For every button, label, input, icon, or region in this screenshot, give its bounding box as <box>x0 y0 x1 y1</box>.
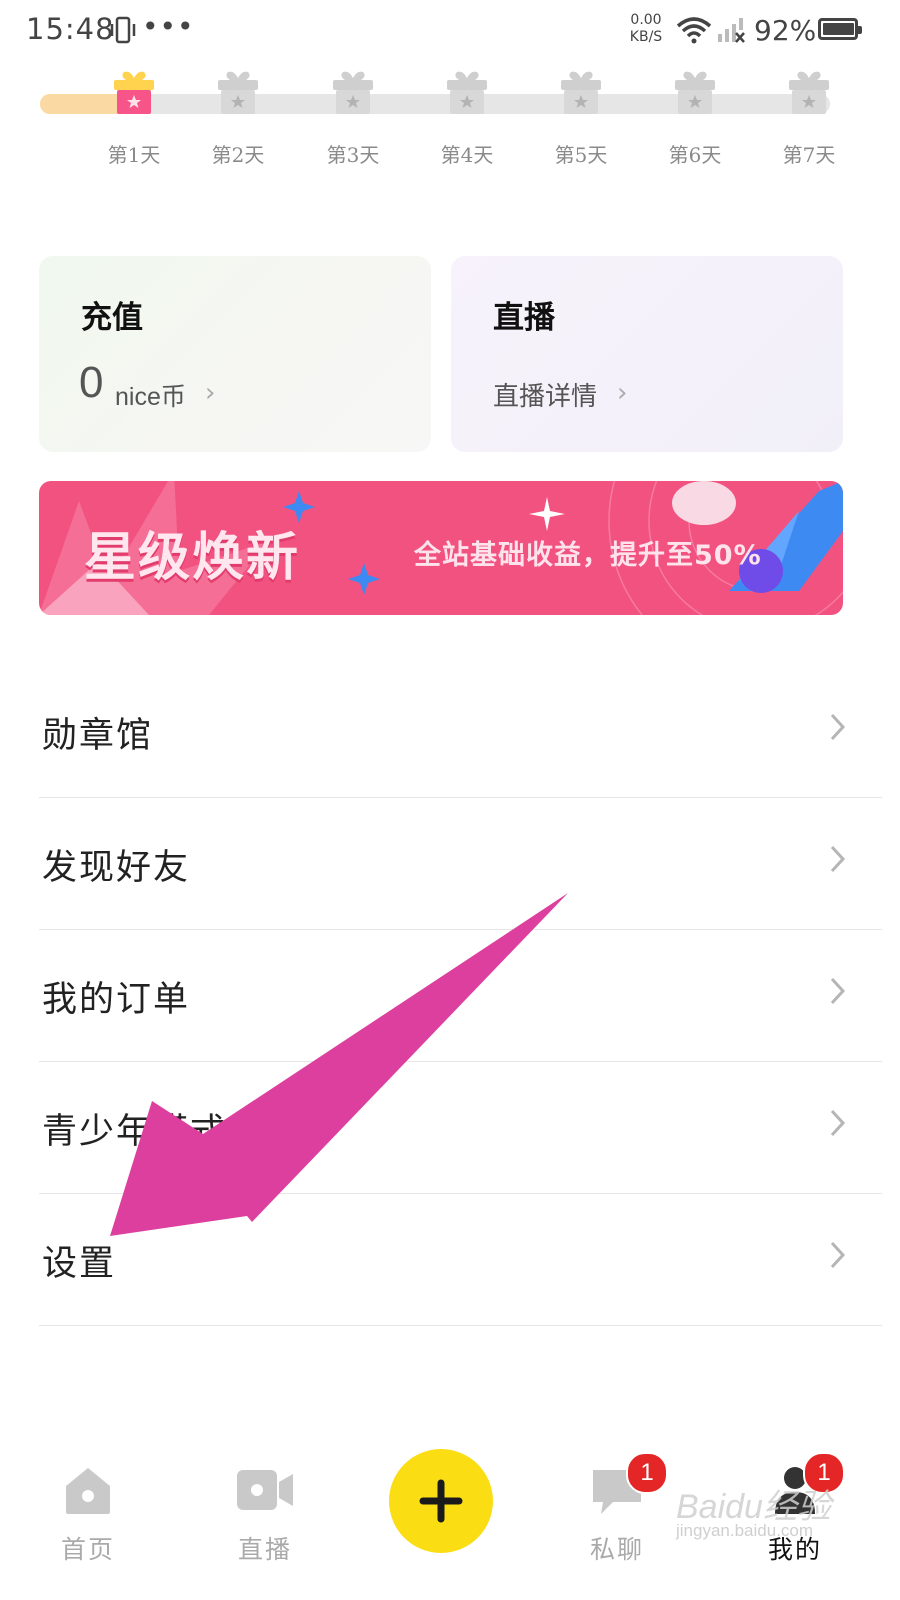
live-details-link[interactable]: 直播详情 <box>493 376 597 413</box>
signal-icon <box>716 16 746 48</box>
net-speed-value: 0.00 <box>630 12 662 28</box>
coin-balance: 0 <box>79 358 104 407</box>
day-label: 第6天 <box>668 143 722 167</box>
gift-icon <box>329 68 377 116</box>
menu-item-label: 勋章馆 <box>42 716 154 756</box>
chevron-right-icon <box>828 1237 848 1277</box>
nav-home-label: 首页 <box>60 1535 115 1564</box>
net-speed: 0.00 KB/S <box>624 12 668 46</box>
video-camera-icon <box>237 1470 293 1510</box>
menu-item-orders[interactable]: 我的订单 <box>39 929 882 1062</box>
chevron-right-icon: › <box>205 378 216 408</box>
watermark-sub: jingyan.baidu.com <box>676 1521 814 1540</box>
nav-messages-label: 私聊 <box>589 1535 644 1564</box>
nav-live[interactable]: 直播 <box>215 1462 315 1564</box>
nav-live-label: 直播 <box>237 1535 292 1564</box>
banner-subtitle: 全站基础收益，提升至50% <box>414 540 762 571</box>
menu-item-label: 青少年模式 <box>42 1112 228 1152</box>
day-label: 第7天 <box>782 143 836 167</box>
nav-home[interactable]: 首页 <box>38 1462 138 1564</box>
more-icon: ••• <box>142 10 195 43</box>
chevron-right-icon: › <box>617 378 628 408</box>
recharge-title: 充值 <box>81 300 143 336</box>
chevron-right-icon <box>828 1105 848 1145</box>
plus-icon <box>419 1479 463 1523</box>
menu-item-label: 我的订单 <box>42 980 191 1020</box>
day-label: 第5天 <box>554 143 608 167</box>
day-label: 第2天 <box>211 143 265 167</box>
chevron-right-icon <box>828 973 848 1013</box>
chevron-right-icon <box>828 709 848 749</box>
battery-icon <box>818 18 862 40</box>
gift-icon <box>110 68 158 116</box>
menu-item-settings[interactable]: 设置 <box>39 1193 882 1326</box>
gift-icon <box>214 68 262 116</box>
status-time: 15:48 <box>26 12 115 46</box>
messages-badge: 1 <box>626 1452 668 1494</box>
recharge-card[interactable]: 充值 0 nice币 › <box>39 256 431 452</box>
menu-item-label: 设置 <box>42 1244 117 1284</box>
day-label: 第1天 <box>107 143 161 167</box>
wifi-icon <box>676 16 712 48</box>
live-title: 直播 <box>493 300 555 336</box>
menu-item-find-friends[interactable]: 发现好友 <box>39 797 882 930</box>
live-card[interactable]: 直播 直播详情 › <box>451 256 843 452</box>
day-label: 第3天 <box>326 143 380 167</box>
net-speed-unit: KB/S <box>629 29 663 45</box>
gift-icon <box>443 68 491 116</box>
day-label: 第4天 <box>440 143 494 167</box>
coin-unit: nice币 <box>115 383 186 411</box>
chevron-right-icon <box>828 841 848 881</box>
menu-item-medals[interactable]: 勋章馆 <box>39 665 882 798</box>
home-icon <box>66 1468 110 1514</box>
menu-item-label: 发现好友 <box>42 848 191 888</box>
menu-item-teen-mode[interactable]: 青少年模式 <box>39 1061 882 1194</box>
status-bar: 15:48 ••• 0.00 KB/S 92% <box>0 0 900 64</box>
gift-icon <box>671 68 719 116</box>
banner-title: 星级焕新 <box>84 528 301 588</box>
promo-banner[interactable]: 星级焕新 全站基础收益，提升至50% <box>39 481 843 615</box>
vibrate-icon <box>110 16 136 48</box>
gift-icon <box>557 68 605 116</box>
post-button[interactable] <box>389 1449 493 1553</box>
battery-percent: 92% <box>754 14 817 47</box>
gift-icon <box>785 68 833 116</box>
